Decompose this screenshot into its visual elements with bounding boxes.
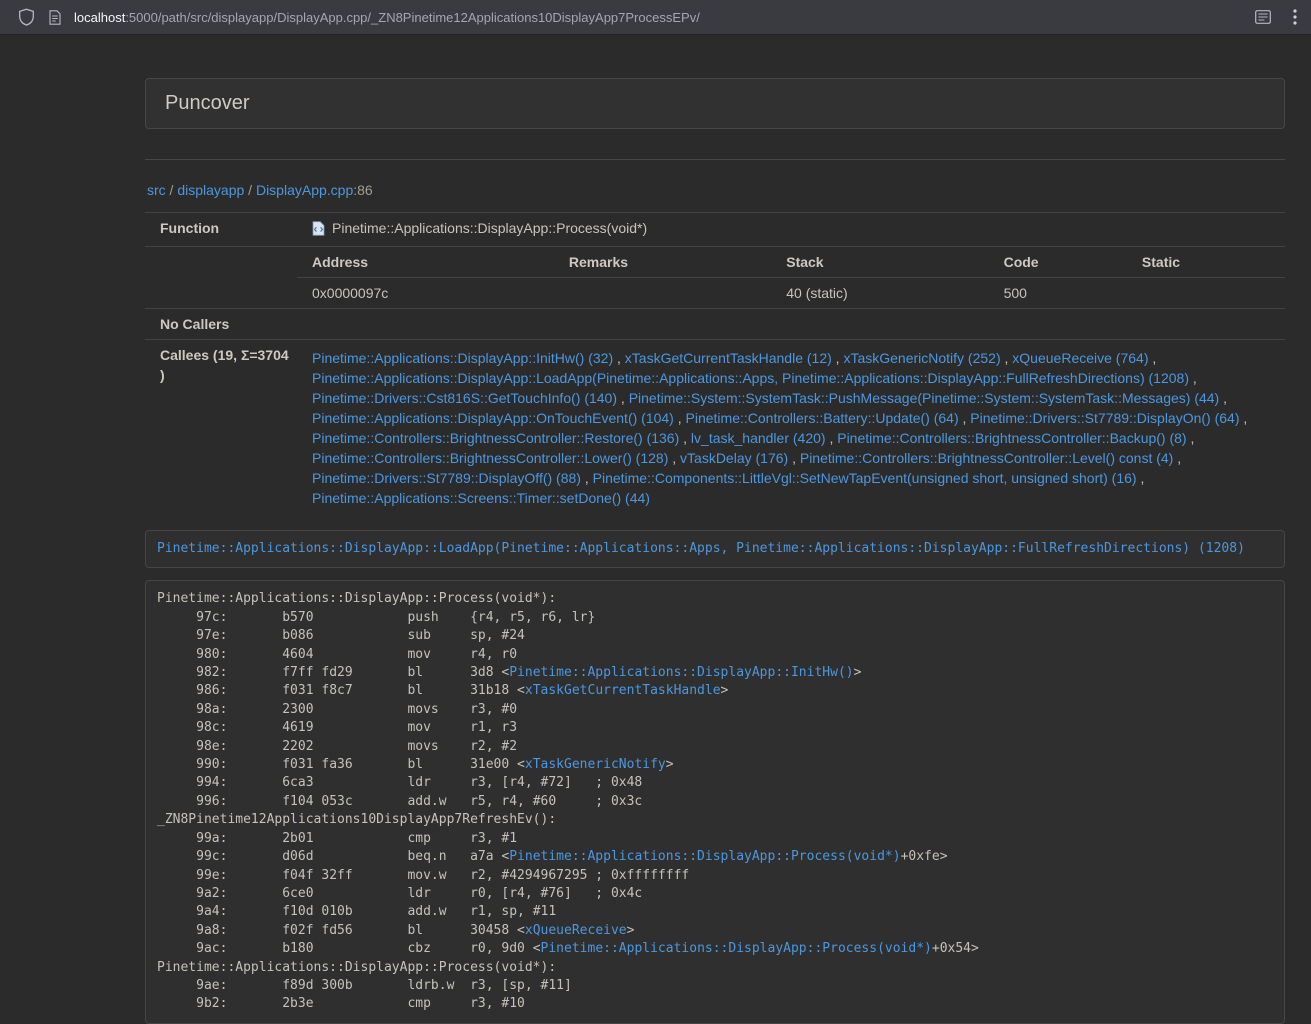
- callee-link[interactable]: Pinetime::Drivers::St7789::DisplayOff() …: [312, 470, 581, 486]
- callee-link[interactable]: Pinetime::Applications::DisplayApp::OnTo…: [312, 410, 674, 426]
- callee-link[interactable]: Pinetime::System::SystemTask::PushMessag…: [629, 390, 1220, 406]
- code-symbol-link[interactable]: Pinetime::Applications::DisplayApp::Proc…: [541, 941, 932, 956]
- divider: [145, 159, 1285, 160]
- remarks-value: [554, 278, 771, 309]
- callee-link[interactable]: Pinetime::Controllers::BrightnessControl…: [312, 450, 668, 466]
- metrics-table: Address Remarks Stack Code Static 0x0000…: [297, 247, 1285, 308]
- code-symbol-link[interactable]: Pinetime::Applications::DisplayApp::Proc…: [509, 849, 900, 864]
- site-title: Puncover: [165, 92, 250, 114]
- breadcrumb-link[interactable]: src: [147, 182, 166, 198]
- page-content: Puncover src / displayapp / DisplayApp.c…: [145, 78, 1285, 1024]
- function-name: Pinetime::Applications::DisplayApp::Proc…: [332, 218, 647, 238]
- function-name-cell: Pinetime::Applications::DisplayApp::Proc…: [297, 213, 1285, 247]
- page-info-icon[interactable]: [49, 10, 61, 25]
- callee-link[interactable]: Pinetime::Controllers::BrightnessControl…: [800, 450, 1173, 466]
- metrics-header-row: Address Remarks Stack Code Static: [297, 247, 1285, 278]
- metrics-row: Address Remarks Stack Code Static 0x0000…: [145, 247, 1285, 309]
- callee-link[interactable]: vTaskDelay (176): [680, 450, 788, 466]
- metrics-table-cell: Address Remarks Stack Code Static 0x0000…: [297, 247, 1285, 309]
- callee-link[interactable]: Pinetime::Controllers::BrightnessControl…: [312, 430, 679, 446]
- address-value: 0x0000097c: [297, 278, 554, 309]
- callee-link[interactable]: Pinetime::Components::LittleVgl::SetNewT…: [593, 470, 1137, 486]
- code-size-value: 500: [989, 278, 1127, 309]
- function-row: Function Pinetime::Applications::Display…: [145, 213, 1285, 247]
- stack-value: 40 (static): [771, 278, 988, 309]
- breadcrumb-link[interactable]: DisplayApp.cpp: [256, 182, 353, 198]
- reader-view-icon[interactable]: [1255, 10, 1271, 24]
- callee-link[interactable]: Pinetime::Drivers::St7789::DisplayOn() (…: [970, 410, 1239, 426]
- function-icon: [312, 221, 325, 236]
- callee-link[interactable]: xQueueReceive (764): [1012, 350, 1148, 366]
- col-static: Static: [1127, 247, 1285, 278]
- browser-chrome: localhost:5000/path/src/displayapp/Displ…: [0, 0, 1311, 35]
- callee-link[interactable]: Pinetime::Applications::DisplayApp::Load…: [312, 370, 1189, 386]
- callee-link[interactable]: Pinetime::Controllers::Battery::Update()…: [686, 410, 959, 426]
- col-remarks: Remarks: [554, 247, 771, 278]
- url-path: :5000/path/src/displayapp/DisplayApp.cpp…: [125, 10, 700, 25]
- static-value: [1127, 278, 1285, 309]
- highlighted-callee: Pinetime::Applications::DisplayApp::Load…: [145, 530, 1285, 568]
- callees-list: Pinetime::Applications::DisplayApp::Init…: [297, 340, 1285, 517]
- metrics-row-label: [145, 247, 297, 309]
- code-symbol-link[interactable]: xTaskGetCurrentTaskHandle: [525, 683, 721, 698]
- site-header-panel: Puncover: [145, 78, 1285, 129]
- no-callers-row: No Callers: [145, 309, 1285, 340]
- disassembly: Pinetime::Applications::DisplayApp::Proc…: [145, 580, 1285, 1023]
- callee-link[interactable]: xTaskGetCurrentTaskHandle (12): [625, 350, 832, 366]
- breadcrumb-link[interactable]: displayapp: [177, 182, 244, 198]
- no-callers-cell: [297, 309, 1285, 340]
- callee-link[interactable]: Pinetime::Applications::Screens::Timer::…: [312, 490, 650, 506]
- callees-row: Callees (19, Σ=3704 ) Pinetime::Applicat…: [145, 340, 1285, 517]
- metrics-value-row: 0x0000097c 40 (static) 500: [297, 278, 1285, 309]
- no-callers-label: No Callers: [145, 309, 297, 340]
- callee-link[interactable]: Pinetime::Applications::DisplayApp::Init…: [312, 350, 613, 366]
- function-label: Function: [145, 213, 297, 247]
- code-symbol-link[interactable]: xQueueReceive: [525, 923, 627, 938]
- callee-link[interactable]: Pinetime::Controllers::BrightnessControl…: [837, 430, 1186, 446]
- kebab-menu-icon[interactable]: [1293, 9, 1297, 25]
- callee-link[interactable]: lv_task_handler (420): [691, 430, 826, 446]
- callee-link[interactable]: Pinetime::Drivers::Cst816S::GetTouchInfo…: [312, 390, 617, 406]
- breadcrumb: src / displayapp / DisplayApp.cpp:86: [147, 180, 1285, 200]
- callees-label: Callees (19, Σ=3704 ): [145, 340, 297, 517]
- col-stack: Stack: [771, 247, 988, 278]
- symbol-table: Function Pinetime::Applications::Display…: [145, 212, 1285, 516]
- url-host: localhost: [74, 10, 125, 25]
- breadcrumb-line-number: :86: [353, 182, 372, 198]
- code-symbol-link[interactable]: xTaskGenericNotify: [525, 757, 666, 772]
- highlighted-callee-link[interactable]: Pinetime::Applications::DisplayApp::Load…: [157, 541, 1245, 556]
- tracking-shield-icon[interactable]: [18, 8, 35, 26]
- callee-link[interactable]: xTaskGenericNotify (252): [843, 350, 1000, 366]
- col-address: Address: [297, 247, 554, 278]
- col-code: Code: [989, 247, 1127, 278]
- url-bar[interactable]: localhost:5000/path/src/displayapp/Displ…: [74, 10, 700, 25]
- code-symbol-link[interactable]: Pinetime::Applications::DisplayApp::Init…: [509, 665, 853, 680]
